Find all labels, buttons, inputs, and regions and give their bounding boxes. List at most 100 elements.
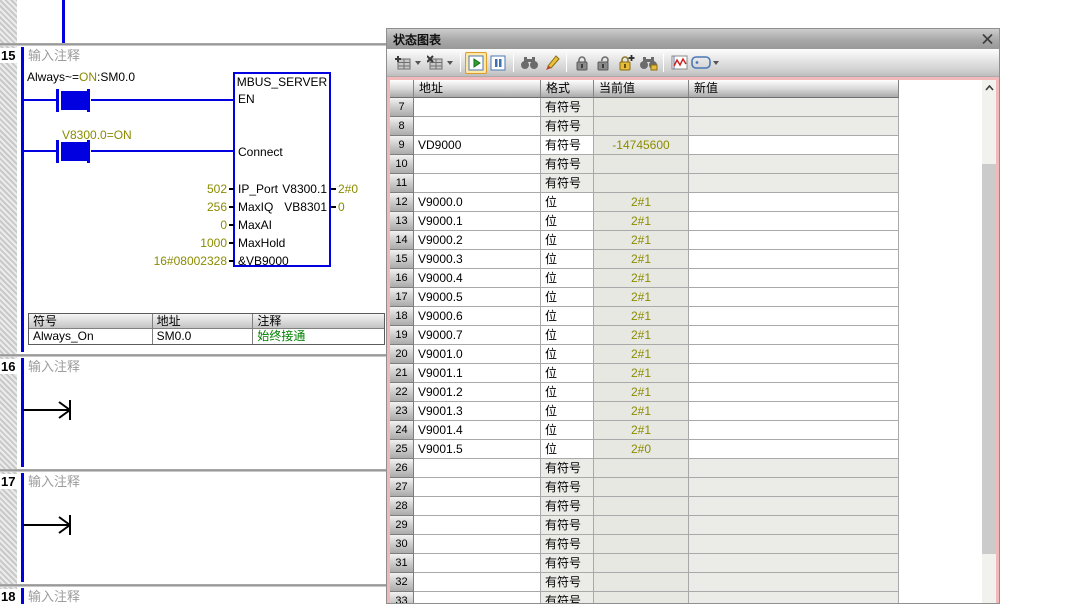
format-cell[interactable]: 位 [541,288,594,307]
address-cell[interactable] [414,174,541,193]
row-number-cell[interactable]: 29 [390,516,414,535]
address-cell[interactable]: V9000.2 [414,231,541,250]
new-value-cell[interactable] [689,592,899,603]
address-cell[interactable] [414,516,541,535]
force-add-button[interactable] [615,52,637,74]
address-cell[interactable] [414,554,541,573]
format-cell[interactable]: 位 [541,250,594,269]
address-cell[interactable]: V9000.6 [414,307,541,326]
format-cell[interactable]: 有符号 [541,554,594,573]
new-value-cell[interactable] [689,326,899,345]
address-cell[interactable] [414,478,541,497]
new-value-cell[interactable] [689,345,899,364]
vertical-scrollbar[interactable] [982,80,996,603]
format-cell[interactable]: 有符号 [541,497,594,516]
format-cell[interactable]: 有符号 [541,516,594,535]
row-number-cell[interactable]: 17 [390,288,414,307]
new-value-cell[interactable] [689,117,899,136]
new-value-cell[interactable] [689,364,899,383]
row-number-cell[interactable]: 12 [390,193,414,212]
address-cell[interactable]: V9001.2 [414,383,541,402]
scrollbar-thumb[interactable] [982,164,996,554]
format-cell[interactable]: 位 [541,440,594,459]
force-button[interactable] [571,52,593,74]
comment-cell[interactable]: 始终接通 [253,329,384,344]
format-column-header[interactable]: 格式 [541,80,594,98]
format-cell[interactable]: 有符号 [541,478,594,497]
row-number-cell[interactable]: 10 [390,155,414,174]
new-value-cell[interactable] [689,174,899,193]
new-value-cell[interactable] [689,383,899,402]
write-all-button[interactable] [540,52,562,74]
format-cell[interactable]: 位 [541,269,594,288]
close-icon[interactable] [980,32,995,46]
read-all-button[interactable] [518,52,540,74]
row-number-cell[interactable]: 8 [390,117,414,136]
new-value-cell[interactable] [689,554,899,573]
new-value-column-header[interactable]: 新值 [689,80,899,98]
row-number-cell[interactable]: 19 [390,326,414,345]
format-cell[interactable]: 有符号 [541,136,594,155]
trend-view-button[interactable] [668,52,690,74]
new-value-cell[interactable] [689,212,899,231]
read-forced-button[interactable] [637,52,659,74]
scroll-up-button[interactable] [982,80,996,96]
address-cell[interactable]: V9001.0 [414,345,541,364]
insert-row-dropdown-icon[interactable] [415,61,421,65]
row-number-cell[interactable]: 15 [390,250,414,269]
address-cell[interactable] [414,497,541,516]
row-number-cell[interactable]: 20 [390,345,414,364]
contact2-label[interactable]: V8300.0=ON [62,129,132,142]
bookmark-button[interactable] [690,52,712,74]
format-cell[interactable]: 有符号 [541,155,594,174]
network16-comment[interactable]: 输入注释 [28,360,80,374]
row-number-cell[interactable]: 7 [390,98,414,117]
address-cell[interactable]: V9000.5 [414,288,541,307]
delete-row-button[interactable] [424,52,446,74]
row-number-cell[interactable]: 33 [390,592,414,603]
row-number-cell[interactable]: 23 [390,402,414,421]
format-cell[interactable]: 位 [541,383,594,402]
format-cell[interactable]: 位 [541,421,594,440]
new-value-cell[interactable] [689,136,899,155]
symbol-cell[interactable]: Always_On [29,329,153,344]
row-number-cell[interactable]: 31 [390,554,414,573]
format-cell[interactable]: 有符号 [541,98,594,117]
row-number-cell[interactable]: 13 [390,212,414,231]
address-column-header[interactable]: 地址 [414,80,541,98]
status-chart-titlebar[interactable]: 状态图表 [387,29,999,49]
format-cell[interactable]: 位 [541,345,594,364]
contact1-energized-square[interactable] [61,91,87,110]
new-value-cell[interactable] [689,231,899,250]
format-cell[interactable]: 有符号 [541,459,594,478]
new-value-cell[interactable] [689,307,899,326]
format-cell[interactable]: 有符号 [541,117,594,136]
row-number-cell[interactable]: 16 [390,269,414,288]
contact2-energized-square[interactable] [61,142,87,161]
new-value-cell[interactable] [689,459,899,478]
format-cell[interactable]: 位 [541,212,594,231]
address-cell[interactable]: SM0.0 [153,329,254,344]
current-value-column-header[interactable]: 当前值 [594,80,689,98]
row-number-cell[interactable]: 30 [390,535,414,554]
address-cell[interactable]: V9000.0 [414,193,541,212]
new-value-cell[interactable] [689,250,899,269]
new-value-cell[interactable] [689,535,899,554]
insert-row-button[interactable] [392,52,414,74]
row-number-cell[interactable]: 25 [390,440,414,459]
network18-comment[interactable]: 输入注释 [28,590,80,604]
row-number-cell[interactable]: 28 [390,497,414,516]
new-value-cell[interactable] [689,573,899,592]
address-cell[interactable]: V9000.3 [414,250,541,269]
unforce-button[interactable] [593,52,615,74]
row-number-cell[interactable]: 22 [390,383,414,402]
address-cell[interactable]: V9000.4 [414,269,541,288]
format-cell[interactable]: 位 [541,231,594,250]
new-value-cell[interactable] [689,497,899,516]
row-number-cell[interactable]: 9 [390,136,414,155]
format-cell[interactable]: 有符号 [541,174,594,193]
new-value-cell[interactable] [689,421,899,440]
row-number-cell[interactable]: 21 [390,364,414,383]
address-cell[interactable] [414,535,541,554]
delete-row-dropdown-icon[interactable] [447,61,453,65]
